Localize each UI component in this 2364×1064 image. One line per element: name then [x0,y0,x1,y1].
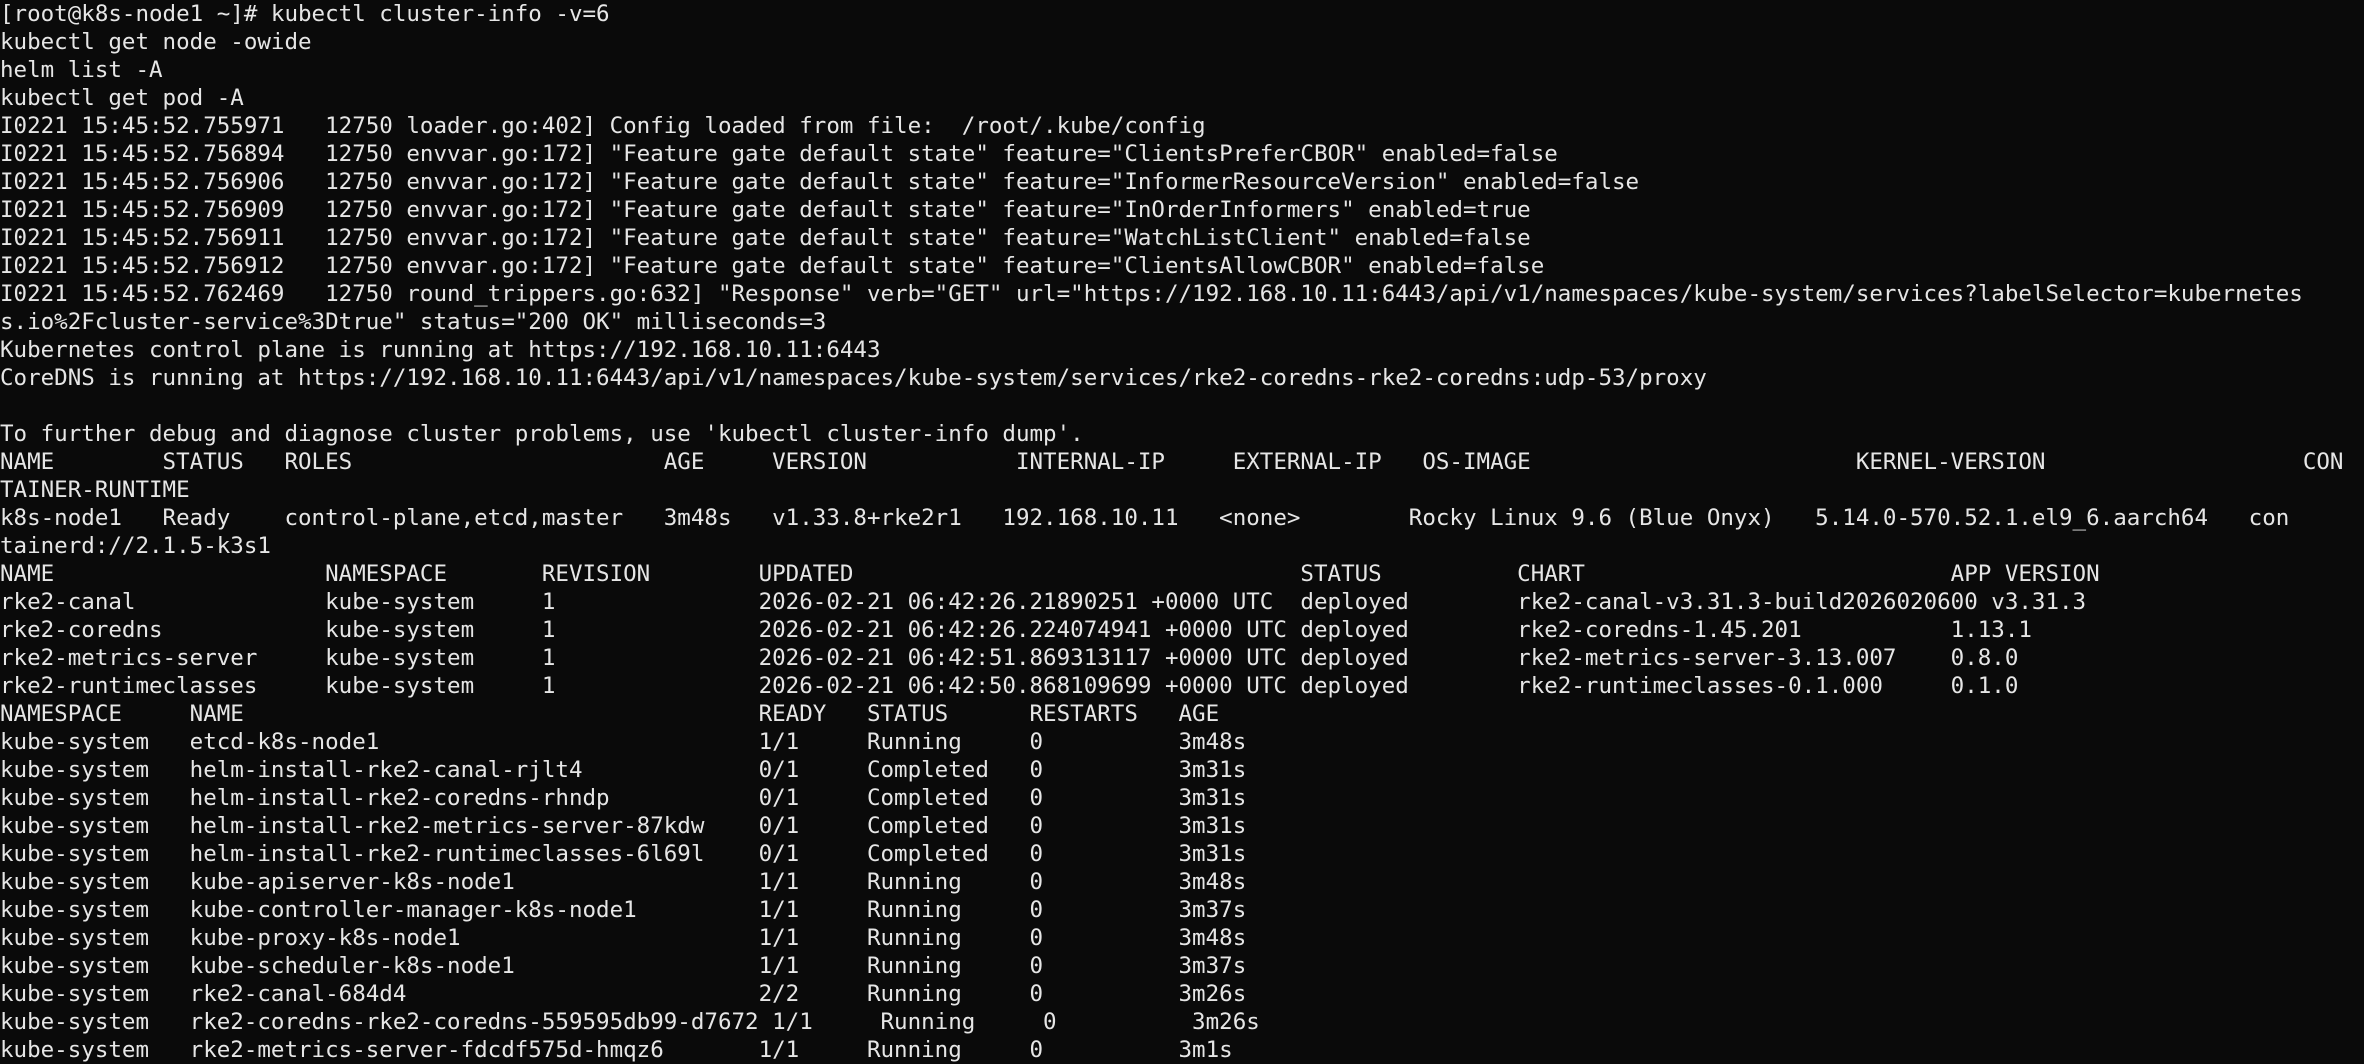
pod-table-row: kube-system helm-install-rke2-coredns-rh… [0,785,1247,811]
log-line: I0221 15:45:52.756912 12750 envvar.go:17… [0,253,1545,279]
pod-table-row: kube-system kube-apiserver-k8s-node1 1/1… [0,869,1247,895]
pod-table-row: kube-system rke2-canal-684d4 2/2 Running… [0,981,1247,1007]
command-line: kubectl get pod -A [0,85,244,111]
log-line: I0221 15:45:52.762469 12750 round_trippe… [0,281,2303,307]
log-line: I0221 15:45:52.756909 12750 envvar.go:17… [0,197,1531,223]
node-table-row-wrap: tainerd://2.1.5-k3s1 [0,533,271,559]
cluster-info-line: Kubernetes control plane is running at h… [0,337,881,363]
helm-table-row: rke2-canal kube-system 1 2026-02-21 06:4… [0,589,2087,615]
pod-table-row: kube-system helm-install-rke2-runtimecla… [0,841,1247,867]
terminal-window[interactable]: [root@k8s-node1 ~]# kubectl cluster-info… [0,0,2364,1064]
cluster-info-line: CoreDNS is running at https://192.168.10… [0,365,1707,391]
command-line: kubectl get node -owide [0,29,312,55]
pod-table-row: kube-system kube-scheduler-k8s-node1 1/1… [0,953,1247,979]
pod-table-row: kube-system kube-controller-manager-k8s-… [0,897,1247,923]
pod-table-row: kube-system rke2-metrics-server-fdcdf575… [0,1037,1233,1063]
pod-table-header: NAMESPACE NAME READY STATUS RESTARTS AGE [0,701,1220,727]
log-line: I0221 15:45:52.756911 12750 envvar.go:17… [0,225,1531,251]
node-table-header-wrap: TAINER-RUNTIME [0,477,190,503]
pod-table-row: kube-system helm-install-rke2-metrics-se… [0,813,1247,839]
log-line: I0221 15:45:52.756906 12750 envvar.go:17… [0,169,1640,195]
helm-table-row: rke2-metrics-server kube-system 1 2026-0… [0,645,2019,671]
prompt-command-line: [root@k8s-node1 ~]# kubectl cluster-info… [0,1,610,27]
helm-table-row: rke2-coredns kube-system 1 2026-02-21 06… [0,617,2032,643]
pod-table-row: kube-system rke2-coredns-rke2-coredns-55… [0,1009,1260,1035]
pod-table-row: kube-system helm-install-rke2-canal-rjlt… [0,757,1247,783]
log-line: I0221 15:45:52.755971 12750 loader.go:40… [0,113,1206,139]
log-line: I0221 15:45:52.756894 12750 envvar.go:17… [0,141,1558,167]
hint-line: To further debug and diagnose cluster pr… [0,421,1084,447]
pod-table-row: kube-system kube-proxy-k8s-node1 1/1 Run… [0,925,1247,951]
helm-table-row: rke2-runtimeclasses kube-system 1 2026-0… [0,673,2019,699]
node-table-header: NAME STATUS ROLES AGE VERSION INTERNAL-I… [0,449,2344,475]
log-line-wrap: s.io%2Fcluster-service%3Dtrue" status="2… [0,309,827,335]
node-table-row: k8s-node1 Ready control-plane,etcd,maste… [0,505,2290,531]
command-line: helm list -A [0,57,163,83]
helm-table-header: NAME NAMESPACE REVISION UPDATED STATUS C… [0,561,2100,587]
pod-table-row: kube-system etcd-k8s-node1 1/1 Running 0… [0,729,1247,755]
